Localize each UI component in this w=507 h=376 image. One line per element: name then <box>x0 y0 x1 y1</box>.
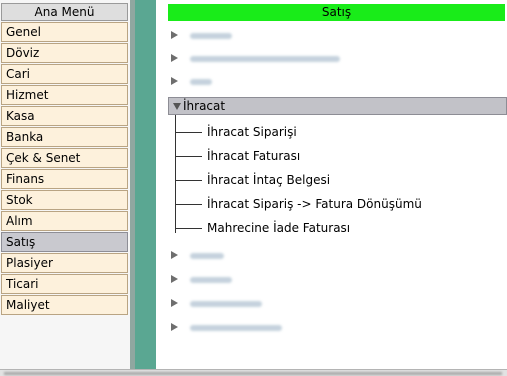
tree-branch-line <box>175 156 202 157</box>
menu-item-stok[interactable]: Stok <box>1 190 128 210</box>
sales-panel: Satış İhracat İhracat Siparişi İhracat F… <box>156 0 507 369</box>
menu-item-banka[interactable]: Banka <box>1 127 128 147</box>
obscured-status-text <box>4 372 502 375</box>
obscured-label <box>190 33 232 39</box>
expand-arrow-icon[interactable] <box>171 251 178 259</box>
tree-leaf-label: İhracat Faturası <box>207 149 301 163</box>
menu-item-finans[interactable]: Finans <box>1 169 128 189</box>
menu-item-kasa[interactable]: Kasa <box>1 106 128 126</box>
menu-item--ek-senet[interactable]: Çek & Senet <box>1 148 128 168</box>
status-bar <box>0 369 507 376</box>
tree-node-collapsed[interactable] <box>170 295 505 313</box>
expand-arrow-icon[interactable] <box>171 275 178 283</box>
expand-arrow-icon[interactable] <box>171 77 178 85</box>
tree-leaf-label: İhracat Siparişi <box>207 125 297 139</box>
menu-item-cari[interactable]: Cari <box>1 64 128 84</box>
tree-node-collapsed[interactable] <box>170 271 505 289</box>
tree-branch-line <box>175 180 202 181</box>
menu-item-hizmet[interactable]: Hizmet <box>1 85 128 105</box>
menu-item-ticari[interactable]: Ticari <box>1 274 128 294</box>
menu-item-plasiyer[interactable]: Plasiyer <box>1 253 128 273</box>
main-menu-header: Ana Menü <box>1 3 128 21</box>
tree-node-collapsed[interactable] <box>170 50 505 68</box>
splitter[interactable] <box>135 0 156 369</box>
menu-item-d-viz[interactable]: Döviz <box>1 43 128 63</box>
obscured-label <box>190 79 212 85</box>
tree-node-collapsed[interactable] <box>170 27 505 45</box>
menu-item-al-m[interactable]: Alım <box>1 211 128 231</box>
expand-arrow-icon[interactable] <box>171 323 178 331</box>
tree-node-ihracat[interactable]: İhracat <box>168 97 507 115</box>
obscured-label <box>190 277 232 283</box>
tree-node-collapsed[interactable] <box>170 247 505 265</box>
panel-title: Satış <box>168 4 505 21</box>
tree-branch-line <box>175 228 202 229</box>
main-menu-list: Genel Döviz Cari Hizmet Kasa Banka Çek & Senet… <box>1 22 128 316</box>
main-menu: Ana Menü Genel Döviz Cari Hizmet Kasa Banka Çe… <box>0 0 130 369</box>
obscured-label <box>190 301 262 307</box>
obscured-label <box>190 325 282 331</box>
collapse-arrow-icon[interactable] <box>173 103 181 110</box>
tree-leaf-label: İhracat İntaç Belgesi <box>207 173 331 187</box>
menu-item-sat-[interactable]: Satış <box>1 232 128 252</box>
tree-node-collapsed[interactable] <box>170 73 505 91</box>
tree-leaf-label: Mahrecine İade Faturası <box>207 221 351 235</box>
expand-arrow-icon[interactable] <box>171 299 178 307</box>
obscured-label <box>190 253 224 259</box>
menu-item-maliyet[interactable]: Maliyet <box>1 295 128 315</box>
tree-node-collapsed[interactable] <box>170 319 505 337</box>
expand-arrow-icon[interactable] <box>171 31 178 39</box>
tree-branch-line <box>175 132 202 133</box>
tree-node-label: İhracat <box>183 99 226 113</box>
menu-item-genel[interactable]: Genel <box>1 22 128 42</box>
tree-branch-line <box>175 204 202 205</box>
obscured-label <box>190 56 340 62</box>
expand-arrow-icon[interactable] <box>171 54 178 62</box>
tree-leaf-label: İhracat Sipariş -> Fatura Dönüşümü <box>207 197 422 211</box>
